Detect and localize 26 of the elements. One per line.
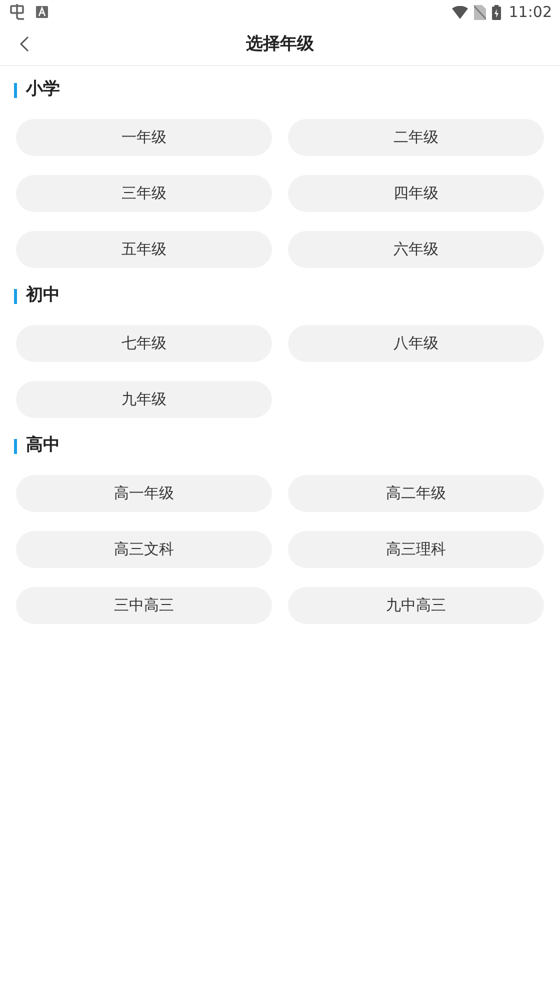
grade-button[interactable]: 高一年级: [16, 475, 272, 512]
battery-charging-icon: [492, 4, 501, 20]
grade-button[interactable]: 三中高三: [16, 587, 272, 624]
grade-button[interactable]: 九年级: [16, 381, 272, 418]
grade-button[interactable]: 高三理科: [288, 531, 544, 568]
grade-button[interactable]: 一年级: [16, 119, 272, 156]
section-title: 小学: [26, 78, 60, 102]
grade-button[interactable]: 七年级: [16, 325, 272, 362]
grade-button[interactable]: 高三文科: [16, 531, 272, 568]
grade-button[interactable]: 二年级: [288, 119, 544, 156]
grade-button[interactable]: 四年级: [288, 175, 544, 212]
grade-button[interactable]: 高二年级: [288, 475, 544, 512]
grade-button[interactable]: 六年级: [288, 231, 544, 268]
grade-button[interactable]: 八年级: [288, 325, 544, 362]
section-title: 初中: [26, 284, 60, 308]
grade-button[interactable]: 九中高三: [288, 587, 544, 624]
back-icon: [19, 36, 29, 52]
grade-button[interactable]: 三年级: [16, 175, 272, 212]
grade-button[interactable]: 五年级: [16, 231, 272, 268]
app-icon: [36, 6, 48, 18]
section-title: 高中: [26, 434, 60, 458]
page-title: 选择年级: [246, 32, 314, 56]
wifi-icon: [452, 6, 468, 18]
no-sim-icon: [474, 4, 486, 20]
notification-icon: [8, 3, 26, 21]
status-time: 11:02: [508, 2, 552, 23]
